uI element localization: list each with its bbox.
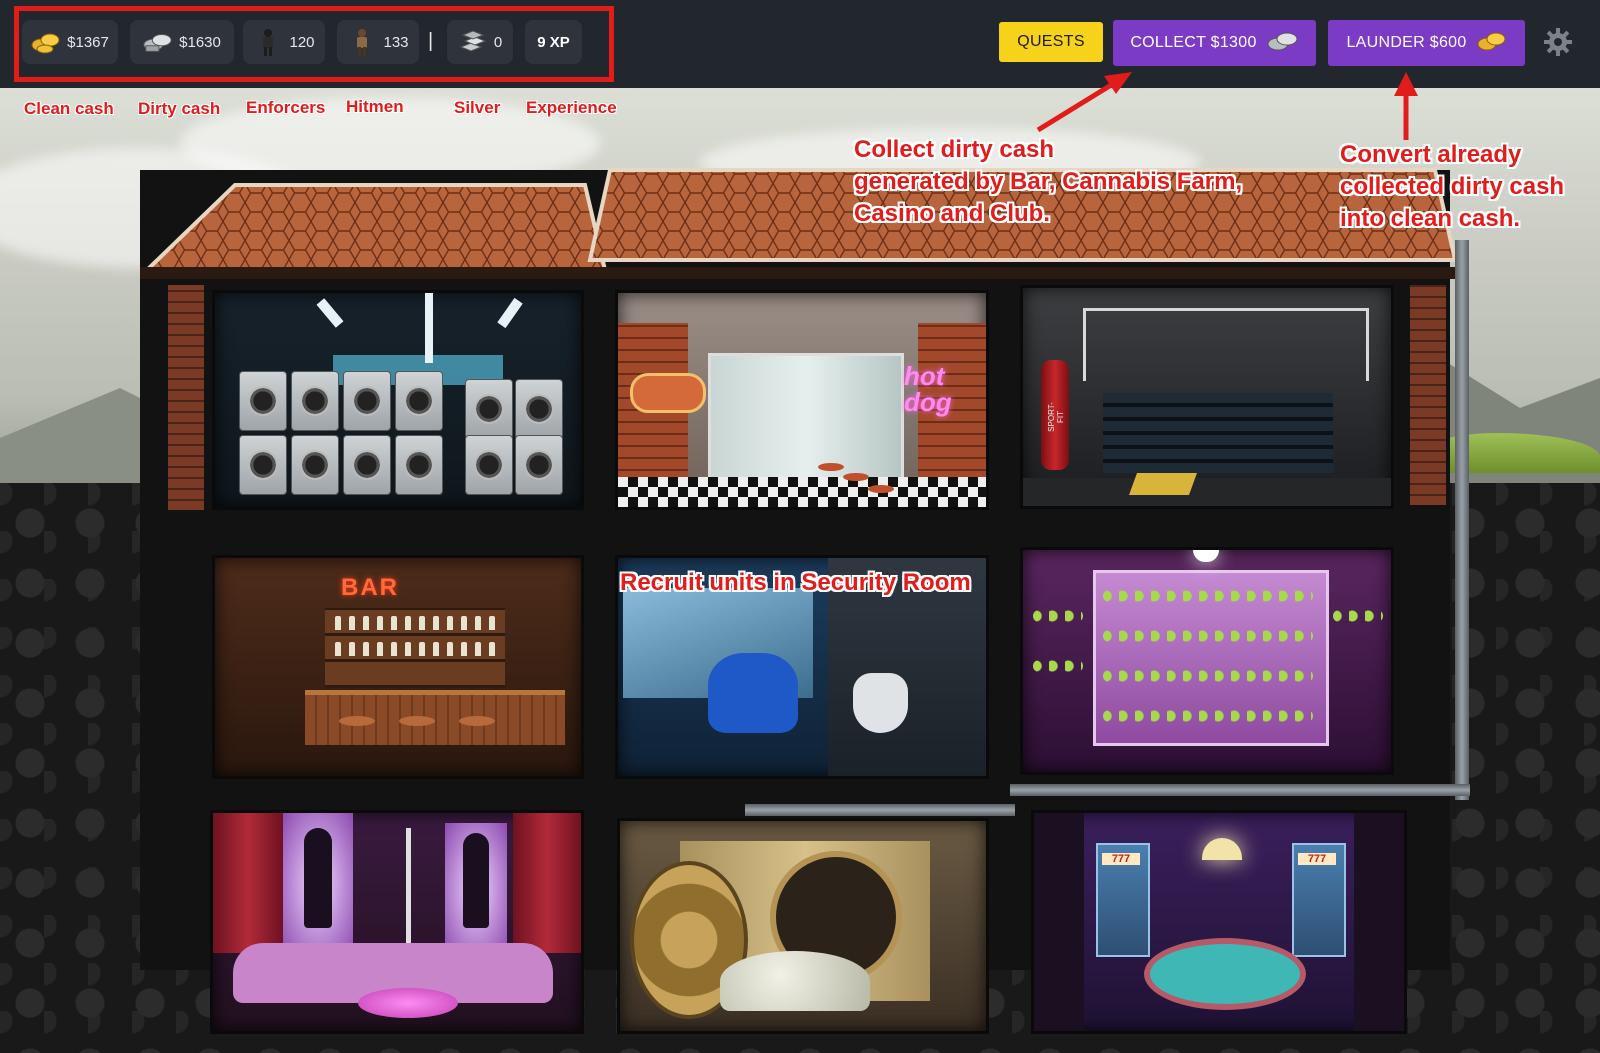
- room-laundromat[interactable]: [212, 290, 584, 510]
- security-callout-line: Recruit units in Security Room: [620, 569, 971, 596]
- hotdog-neon-sign: hot dog: [904, 361, 952, 417]
- room-cannabis-farm[interactable]: [1020, 547, 1394, 775]
- bar-neon-sign: BAR: [341, 574, 399, 601]
- security-callout: Recruit units in Security Room: [620, 567, 971, 599]
- room-hotdog-stand[interactable]: hot dog: [615, 290, 989, 510]
- horizontal-pipe: [745, 804, 1015, 816]
- brick-wall-left: [168, 285, 204, 510]
- horizontal-pipe: [1010, 784, 1470, 796]
- room-bar[interactable]: BAR: [212, 555, 584, 779]
- room-gym[interactable]: SPORT-FIT: [1020, 285, 1394, 509]
- slot-machine-right-display: 777: [1298, 853, 1336, 865]
- annotation-arrows: [1036, 72, 1418, 140]
- gym-sign: SPORT-FIT: [1047, 402, 1065, 432]
- room-vault[interactable]: [617, 818, 989, 1034]
- room-club[interactable]: [210, 810, 584, 1034]
- brick-wall-right: [1410, 285, 1446, 505]
- room-casino[interactable]: 777 777: [1031, 810, 1407, 1034]
- collect-callout-line: Casino and Club.: [854, 200, 1051, 227]
- drain-pipe: [1455, 240, 1469, 800]
- slot-machine-left-display: 777: [1102, 853, 1140, 865]
- launder-callout-line: into clean cash.: [1340, 205, 1521, 232]
